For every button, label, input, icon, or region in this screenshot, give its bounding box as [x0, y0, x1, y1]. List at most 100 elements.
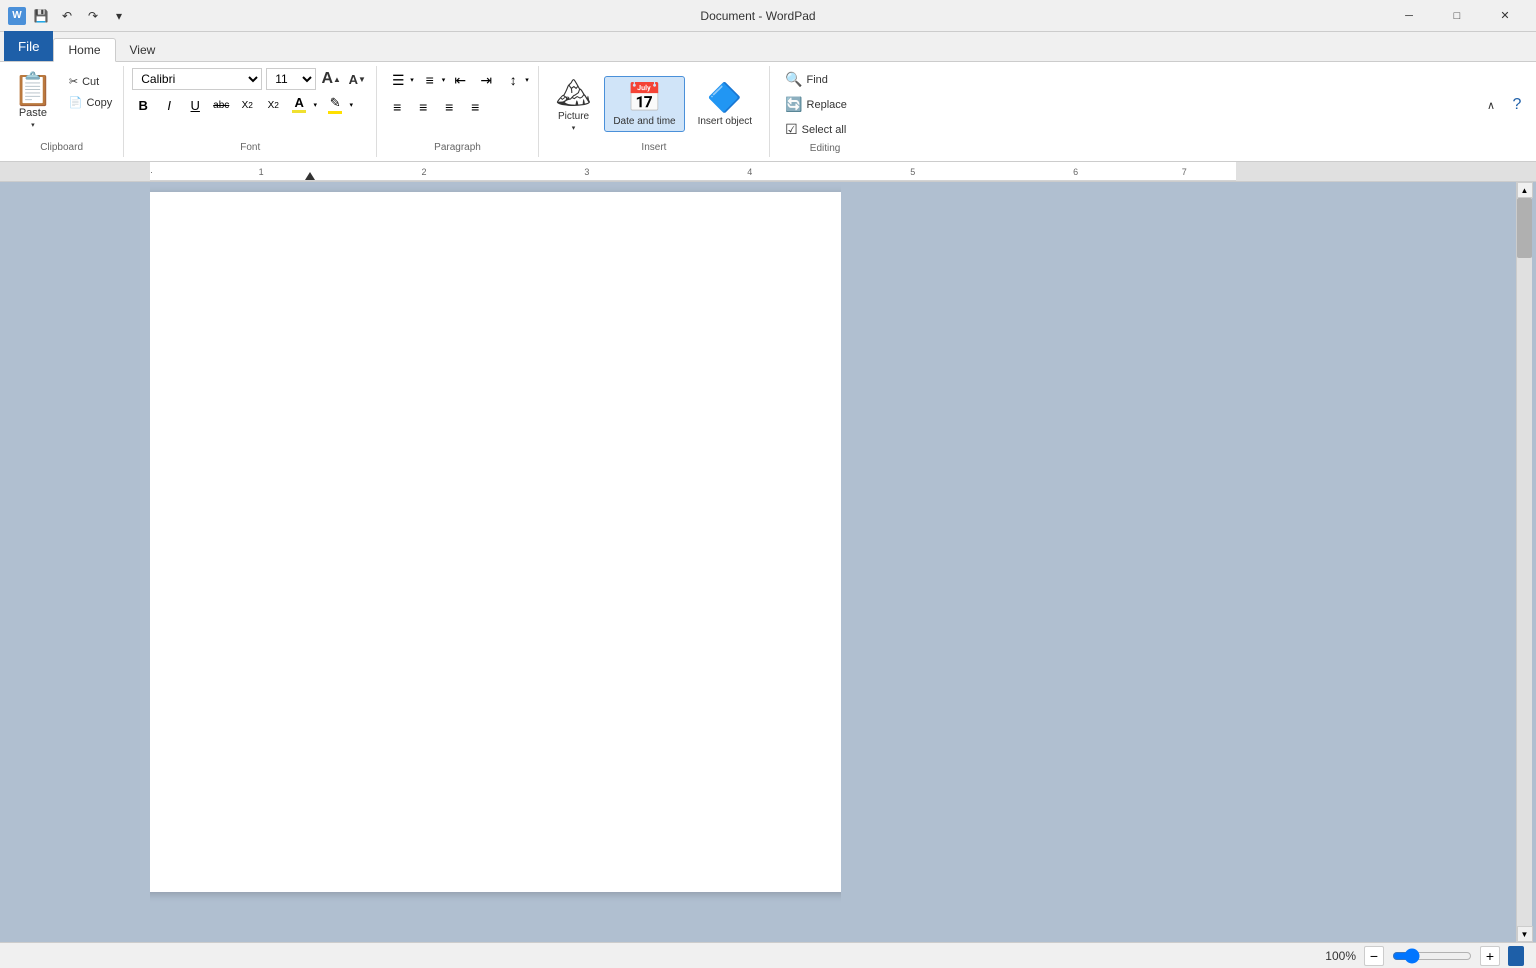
superscript-button[interactable]: X2: [262, 94, 284, 116]
copy-button[interactable]: 📄 Copy: [62, 93, 119, 112]
tab-home[interactable]: Home: [53, 38, 115, 62]
select-all-label: Select all: [802, 124, 847, 136]
picture-button[interactable]: 🏔 Picture ▾: [547, 71, 601, 137]
svg-text:4: 4: [747, 167, 752, 177]
svg-text:2: 2: [422, 167, 427, 177]
picture-icon: 🏔: [556, 76, 592, 109]
paste-icon: 📋: [13, 73, 53, 105]
date-time-icon: 📅: [627, 81, 662, 114]
editing-group: 🔍 Find 🔄 Replace ☑ Select all Editing: [770, 66, 880, 157]
svg-text:3: 3: [584, 167, 589, 177]
save-button[interactable]: 💾: [30, 5, 52, 27]
insert-content: 🏔 Picture ▾ 📅 Date and time 🔷 Insert obj…: [547, 68, 761, 140]
replace-icon: 🔄: [785, 96, 802, 113]
clipboard-content: 📋 Paste ▾ ✂ Cut 📄 Copy: [4, 68, 119, 140]
replace-label: Replace: [807, 99, 847, 111]
font-name-select[interactable]: Calibri: [132, 68, 262, 90]
highlight-dropdown[interactable]: ▾: [346, 94, 356, 116]
line-spacing-icon: ↕: [501, 69, 525, 91]
align-left-button[interactable]: ≡: [385, 96, 409, 118]
subscript-button[interactable]: X2: [236, 94, 258, 116]
insert-group-label: Insert: [547, 140, 761, 155]
ribbon: 📋 Paste ▾ ✂ Cut 📄 Copy Clipboard: [0, 62, 1536, 162]
document-page[interactable]: [150, 192, 841, 892]
close-button[interactable]: ✕: [1482, 0, 1528, 32]
highlight-swatch: [328, 111, 342, 114]
font-group-label: Font: [132, 140, 368, 155]
bullet-list-icon: ☰: [386, 69, 410, 91]
paste-dropdown-arrow: ▾: [31, 121, 35, 129]
underline-button[interactable]: U: [184, 94, 206, 116]
zoom-slider[interactable]: [1392, 948, 1472, 964]
svg-text:5: 5: [910, 167, 915, 177]
scrollbar-thumb[interactable]: [1517, 198, 1532, 258]
font-shrink-button[interactable]: A▼: [346, 68, 368, 90]
replace-button[interactable]: 🔄 Replace: [778, 93, 872, 116]
increase-indent-button[interactable]: ⇥: [474, 69, 498, 91]
italic-button[interactable]: I: [158, 94, 180, 116]
line-spacing-button[interactable]: ↕ ▾: [500, 68, 530, 92]
paragraph-row2: ≡ ≡ ≡ ≡: [385, 96, 530, 118]
line-spacing-arrow: ▾: [525, 76, 529, 84]
font-color-swatch: [292, 110, 306, 113]
align-right-button[interactable]: ≡: [437, 96, 461, 118]
clipboard-group: 📋 Paste ▾ ✂ Cut 📄 Copy Clipboard: [0, 66, 124, 157]
help-button[interactable]: ?: [1506, 94, 1528, 116]
svg-text:1: 1: [259, 167, 264, 177]
minimize-button[interactable]: ─: [1386, 0, 1432, 32]
bullet-list-button[interactable]: ☰ ▾: [385, 68, 415, 92]
right-side-margin: ▲ ▼: [841, 182, 1536, 942]
insert-group: 🏔 Picture ▾ 📅 Date and time 🔷 Insert obj…: [539, 66, 770, 157]
tab-file[interactable]: File: [4, 31, 53, 61]
maximize-button[interactable]: □: [1434, 0, 1480, 32]
align-center-button[interactable]: ≡: [411, 96, 435, 118]
select-all-button[interactable]: ☑ Select all: [778, 118, 872, 141]
date-time-label: Date and time: [613, 116, 675, 127]
scrollbar-up-button[interactable]: ▲: [1517, 182, 1533, 198]
decrease-indent-button[interactable]: ⇤: [448, 69, 472, 91]
justify-button[interactable]: ≡: [463, 96, 487, 118]
bullet-list-arrow: ▾: [410, 76, 414, 84]
font-group: Calibri 11 A▲ A▼ B I U abc X2 X2 A: [124, 66, 377, 157]
strikethrough-button[interactable]: abc: [210, 94, 232, 116]
quick-access-toolbar: 💾 ↶ ↷ ▾: [30, 5, 130, 27]
font-color-container: A ▾: [288, 94, 320, 116]
font-color-dropdown[interactable]: ▾: [310, 94, 320, 116]
quick-access-dropdown[interactable]: ▾: [108, 5, 130, 27]
tab-view[interactable]: View: [116, 39, 170, 61]
redo-button[interactable]: ↷: [82, 5, 104, 27]
font-color-icon: A: [295, 95, 304, 110]
highlight-icon: ✎: [330, 95, 341, 111]
svg-text:7: 7: [1182, 167, 1187, 177]
find-button[interactable]: 🔍 Find: [778, 68, 872, 91]
cut-button[interactable]: ✂ Cut: [62, 72, 119, 91]
vertical-scrollbar[interactable]: ▲ ▼: [1516, 182, 1532, 942]
title-bar-left: W 💾 ↶ ↷ ▾: [8, 5, 130, 27]
cut-copy-column: ✂ Cut 📄 Copy: [62, 68, 119, 140]
zoom-in-button[interactable]: +: [1480, 946, 1500, 966]
document-area[interactable]: [150, 182, 841, 942]
copy-icon: 📄: [69, 96, 83, 109]
font-color-button[interactable]: A: [288, 94, 310, 116]
insert-object-button[interactable]: 🔷 Insert object: [689, 76, 761, 132]
scrollbar-down-button[interactable]: ▼: [1517, 926, 1533, 942]
ruler-marks-svg: · 1 2 3 4 5 6 7: [150, 162, 1236, 181]
main-area: ▲ ▼: [0, 182, 1536, 942]
numbered-list-button[interactable]: ≡ ▾: [417, 68, 447, 92]
date-time-button[interactable]: 📅 Date and time: [604, 76, 684, 132]
numbered-list-arrow: ▾: [442, 76, 446, 84]
zoom-out-button[interactable]: −: [1364, 946, 1384, 966]
window-title: Document - WordPad: [130, 9, 1386, 23]
highlight-color-button[interactable]: ✎: [324, 94, 346, 116]
font-grow-button[interactable]: A▲: [320, 68, 342, 90]
undo-button[interactable]: ↶: [56, 5, 78, 27]
editing-group-label: Editing: [778, 141, 872, 156]
bold-button[interactable]: B: [132, 94, 154, 116]
paste-label: Paste: [19, 107, 47, 119]
paste-button[interactable]: 📋 Paste ▾: [4, 68, 62, 140]
font-size-select[interactable]: 11: [266, 68, 316, 90]
page-view-button[interactable]: [1508, 946, 1524, 966]
ribbon-collapse-button[interactable]: ∧: [1480, 94, 1502, 116]
insert-object-icon: 🔷: [707, 81, 742, 114]
editing-content: 🔍 Find 🔄 Replace ☑ Select all: [778, 68, 872, 141]
